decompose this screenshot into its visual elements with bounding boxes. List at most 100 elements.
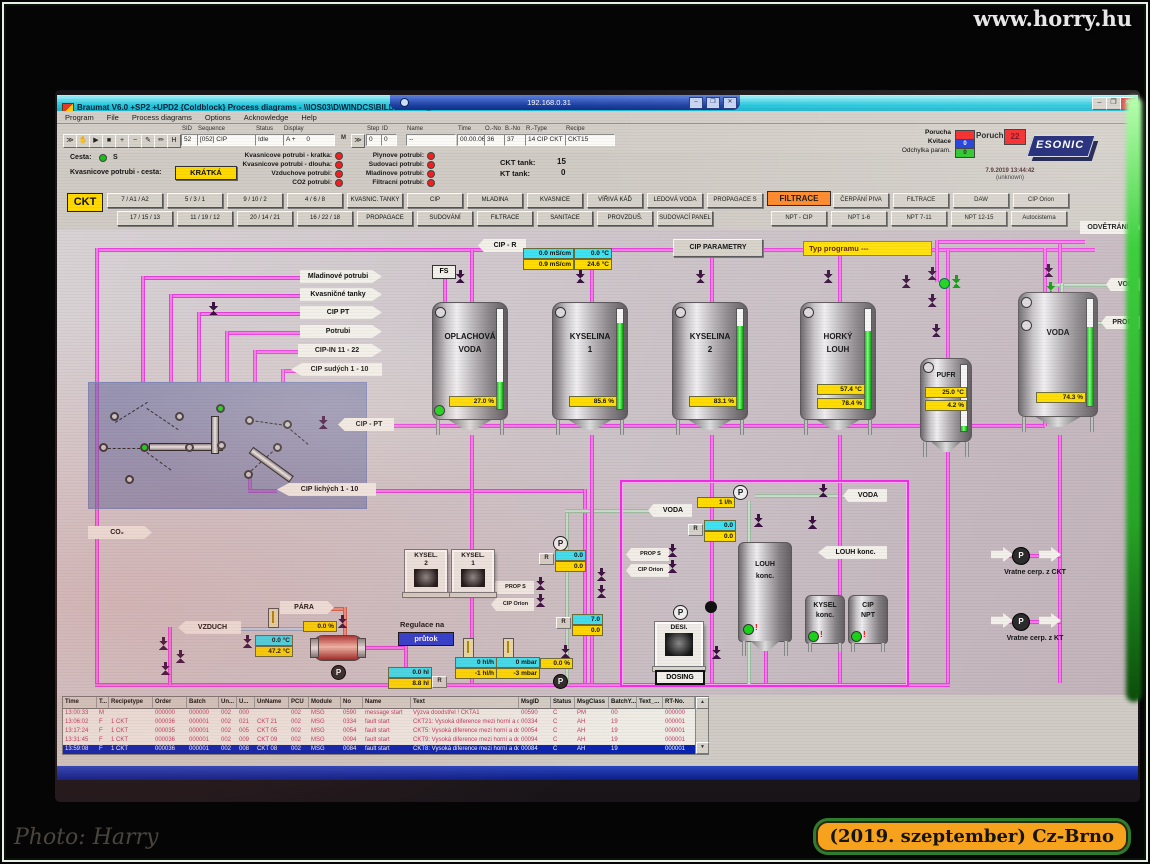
column-header[interactable]: No: [341, 697, 363, 709]
tank-level-value[interactable]: 4.2 %: [925, 400, 967, 411]
nav-button[interactable]: PROPAGACE S: [707, 193, 763, 208]
nav-button[interactable]: 11 / 19 / 12: [177, 211, 233, 226]
nav-button[interactable]: 4 / 6 / 8: [287, 193, 343, 208]
valve-icon[interactable]: [667, 564, 678, 573]
valve-icon[interactable]: [818, 488, 829, 497]
message-row[interactable]: 13:06:02F1 CKT000036 000001002021CKT 21 …: [63, 718, 695, 727]
route-arrow-voda-right[interactable]: VODA: [843, 489, 887, 502]
route-arrow-cip-pt2[interactable]: CIP - PT: [338, 418, 394, 431]
pressure-actual[interactable]: 0 mbar: [496, 657, 540, 668]
pump-icon[interactable]: P: [553, 674, 568, 689]
message-row[interactable]: 13:00:33M000000 000000002000 002MSG0590m…: [63, 709, 695, 718]
nav-button[interactable]: VÍŘIVÁ KÁĎ: [587, 193, 643, 208]
tank-kyselina-1[interactable]: KYSELINA 1 85.6 %: [552, 302, 628, 420]
typ-programu-bar[interactable]: Typ programu ---: [803, 241, 932, 256]
desi-station[interactable]: DESI.: [655, 622, 703, 668]
flowrate-setpoint[interactable]: -1 hl/h: [455, 668, 497, 679]
valve-icon[interactable]: [753, 518, 764, 527]
route-arrow-louh-konc[interactable]: LOUH konc.: [818, 546, 887, 559]
nav-button[interactable]: CIP: [407, 193, 463, 208]
column-header[interactable]: Text: [411, 697, 519, 709]
route-arrow-voda-mid[interactable]: VODA: [648, 504, 692, 517]
route-arrow-vzduch[interactable]: VZDUCH: [178, 621, 241, 634]
menu-item[interactable]: Acknowledge: [244, 113, 289, 122]
valve-icon[interactable]: [175, 654, 186, 663]
valve-icon[interactable]: [951, 279, 962, 288]
bno-field[interactable]: 37: [504, 134, 527, 146]
menu-item[interactable]: Help: [301, 113, 316, 122]
tank-kyselina-2[interactable]: KYSELINA 2 83.1 %: [672, 302, 748, 420]
controller-icon[interactable]: [463, 638, 474, 658]
tank-oplachova-voda[interactable]: OPLACHOVÁ VODA 27.0 %: [432, 302, 508, 420]
tank-temp-value[interactable]: 25.0 °C: [925, 387, 967, 398]
expand-icon[interactable]: ≫: [63, 134, 77, 148]
nav-button[interactable]: MLADINA: [467, 193, 523, 208]
column-header[interactable]: UnName: [255, 697, 289, 709]
message-row[interactable]: 13:31:45F1 CKT000036 000001002009CKT 09 …: [63, 736, 695, 745]
cip-parametry-button[interactable]: CIP PARAMETRY: [673, 239, 763, 257]
column-header[interactable]: T...: [97, 697, 109, 709]
nav-button[interactable]: DAW: [953, 193, 1009, 208]
minimize-button[interactable]: –: [1092, 97, 1107, 110]
valve-icon[interactable]: [901, 279, 912, 288]
menu-item[interactable]: File: [107, 113, 119, 122]
route-arrow-potrubi[interactable]: Potrubi: [300, 325, 382, 338]
nav-button[interactable]: FILTRACE: [477, 211, 533, 226]
valve-icon[interactable]: [158, 641, 169, 650]
nav-button[interactable]: FILTRACE: [893, 193, 949, 208]
kysel2-station[interactable]: KYSEL. 2: [405, 550, 447, 594]
temp-setpoint[interactable]: 47.2 °C: [255, 646, 293, 657]
pen-icon[interactable]: ✎: [141, 134, 155, 148]
route-port[interactable]: [110, 412, 119, 421]
rdp-close-button[interactable]: ✕: [723, 97, 737, 109]
valve-icon[interactable]: [242, 639, 253, 648]
flowrate-actual[interactable]: 0 hl/h: [455, 657, 497, 668]
r-button[interactable]: R: [539, 553, 554, 565]
route-port[interactable]: [175, 412, 184, 421]
route-port[interactable]: [185, 443, 194, 452]
valve-icon[interactable]: [927, 298, 938, 307]
controller-icon[interactable]: [268, 608, 279, 628]
nav-button[interactable]: CIP Orion: [1013, 193, 1069, 208]
route-arrow-co2[interactable]: CO₂: [88, 526, 152, 539]
hand-icon[interactable]: ✋: [76, 134, 90, 148]
route-arrow-cip-in[interactable]: CIP-IN 11 - 22: [298, 344, 382, 357]
message-row[interactable]: 13:59:08F1 CKT000036 000001002008CKT 08 …: [63, 745, 695, 754]
poruch-count-badge[interactable]: 22: [1004, 129, 1026, 145]
value-actual[interactable]: 7.0: [572, 614, 603, 625]
valve-icon[interactable]: [596, 572, 607, 581]
route-arrow-kvasnicne-tanky[interactable]: Kvasničné tanky: [300, 288, 382, 301]
kysel1-station[interactable]: KYSEL. 1: [452, 550, 494, 594]
route-port[interactable]: [217, 441, 226, 450]
nav-button[interactable]: 7 / A1 / A2: [107, 193, 163, 208]
pressure-setpoint[interactable]: -3 mbar: [496, 668, 540, 679]
name-field[interactable]: --: [406, 134, 456, 146]
column-header[interactable]: Order: [153, 697, 187, 709]
valve-icon[interactable]: [711, 650, 722, 659]
maximize-button[interactable]: ❐: [1106, 97, 1121, 110]
valve-icon[interactable]: [931, 328, 942, 337]
route-port[interactable]: [245, 416, 254, 425]
column-header[interactable]: Time: [63, 697, 97, 709]
tank-temp-value[interactable]: 57.4 °C: [817, 384, 865, 395]
nav-button[interactable]: LEDOVÁ VODA: [647, 193, 703, 208]
nav-button[interactable]: ČERPÁNÍ PIVA: [833, 193, 889, 208]
recipe-field[interactable]: CKT15: [565, 134, 615, 146]
expand2-icon[interactable]: ≫: [351, 134, 365, 148]
tank-level-value[interactable]: 27.0 %: [449, 396, 497, 407]
route-arrow-para[interactable]: PÁRA: [280, 601, 334, 614]
route-arrow-cip-sudych[interactable]: CIP sudých 1 - 10: [291, 363, 382, 376]
nav-button[interactable]: PROVZDUŠ.: [597, 211, 653, 226]
valve-icon[interactable]: [695, 274, 706, 283]
steam-valve-pct[interactable]: 0.0 %: [303, 621, 337, 632]
column-header[interactable]: Text_...: [637, 697, 663, 709]
route-arrow-mladinove-potrubi[interactable]: Mladinové potrubi: [300, 270, 382, 283]
heat-exchanger[interactable]: [313, 635, 363, 661]
route-arrow-cip-r[interactable]: CIP - R: [478, 239, 526, 252]
value-actual[interactable]: 0.0: [555, 550, 586, 561]
nav-button[interactable]: NPT 12-15: [951, 211, 1007, 226]
pump-icon[interactable]: P: [331, 665, 346, 680]
valve-icon[interactable]: [807, 520, 818, 529]
tank-level-value[interactable]: 78.4 %: [817, 398, 865, 409]
stop-icon[interactable]: ■: [102, 134, 116, 148]
